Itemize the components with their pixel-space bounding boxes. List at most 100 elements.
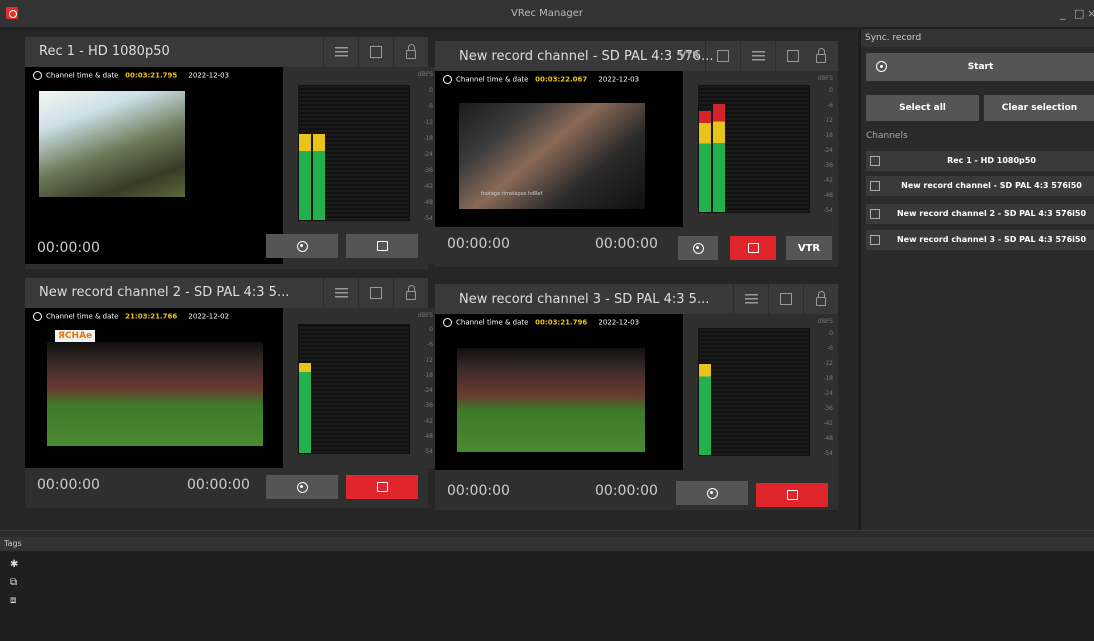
schedule-button[interactable] — [358, 37, 393, 67]
sync-channel-row[interactable]: New record channel 3 - SD PAL 4:3 576i50 — [866, 230, 1094, 250]
tile-header: New record channel - SD PAL 4:3 576... V… — [435, 41, 838, 71]
import-icon[interactable]: ⧈ — [10, 595, 20, 606]
clock-icon — [33, 312, 42, 321]
close-button[interactable]: × — [1087, 7, 1094, 20]
sync-channel-row[interactable]: New record channel - SD PAL 4:3 576i50 — [866, 176, 1094, 196]
minimize-button[interactable]: _ — [1060, 7, 1066, 20]
timecode-primary: 00:00:00 — [37, 240, 100, 256]
channel-title: New record channel 2 - SD PAL 4:3 5... — [39, 285, 290, 300]
db-scale-label: -6 — [827, 345, 833, 352]
sync-start-button[interactable]: Start — [866, 53, 1094, 81]
list-icon — [334, 47, 348, 57]
lock-button[interactable] — [393, 37, 428, 67]
db-scale-label: -6 — [427, 103, 433, 110]
channel-tile: Rec 1 - HD 1080p50 Channel time & date 0… — [25, 37, 438, 269]
clear-selection-button[interactable]: Clear selection — [984, 95, 1094, 121]
sync-channel-row[interactable]: Rec 1 - HD 1080p50 — [866, 151, 1094, 171]
schedule-record-button[interactable] — [346, 475, 418, 499]
meter-bar-left — [299, 363, 311, 453]
channel-checkbox[interactable] — [870, 181, 880, 191]
list-button[interactable] — [323, 37, 358, 67]
lock-button[interactable] — [803, 41, 838, 71]
record-icon — [706, 487, 718, 499]
channel-time: 00:03:22.067 — [535, 75, 588, 84]
channel-checkbox[interactable] — [870, 209, 880, 219]
schedule-button[interactable] — [768, 284, 803, 314]
sync-channel-row[interactable]: New record channel 2 - SD PAL 4:3 576i50 — [866, 204, 1094, 224]
list-button[interactable] — [323, 278, 358, 308]
info-label: Channel time & date — [456, 75, 529, 84]
channel-title: New record channel - SD PAL 4:3 576... — [459, 49, 714, 64]
meter-bar-left — [299, 134, 311, 220]
sync-panel-title: Sync. record — [861, 29, 1094, 47]
schedule-record-button[interactable] — [756, 483, 828, 507]
record-icon — [296, 481, 308, 493]
calendar-grid-icon — [787, 50, 799, 62]
db-scale-label: -48 — [823, 435, 833, 442]
meter-grid — [698, 328, 810, 456]
db-scale-label: -42 — [823, 177, 833, 184]
tags-title: Tags — [0, 537, 1094, 551]
sync-record-panel: Sync. record Start Select all Clear sele… — [860, 29, 1094, 530]
db-scale-label: -18 — [423, 135, 433, 142]
db-scale-label: -24 — [423, 151, 433, 158]
timecode-secondary: 00:00:00 — [187, 477, 250, 493]
lock-icon — [406, 284, 416, 300]
db-scale-label: -18 — [823, 132, 833, 139]
video-preview: Channel time & date 21:03:21.766 2022-12… — [25, 308, 283, 468]
channel-logo: ЯCHAe — [55, 330, 96, 342]
channel-tile: New record channel - SD PAL 4:3 576... V… — [435, 41, 838, 267]
db-scale-label: -12 — [823, 360, 833, 367]
channel-tile: New record channel 2 - SD PAL 4:3 5... C… — [25, 278, 438, 508]
tile-header: New record channel 2 - SD PAL 4:3 5... — [25, 278, 428, 308]
record-start-button[interactable] — [676, 481, 748, 505]
db-scale-label: 0 — [829, 87, 833, 94]
record-start-button[interactable] — [266, 234, 338, 258]
meter-grid — [298, 324, 410, 454]
channel-name: New record channel 2 - SD PAL 4:3 576i50 — [896, 209, 1087, 218]
calendar-grid-icon — [780, 293, 792, 305]
export-icon[interactable]: ⧉ — [10, 577, 20, 588]
meter-bar-right — [313, 134, 325, 220]
channel-name: New record channel - SD PAL 4:3 576i50 — [901, 181, 1082, 190]
lock-button[interactable] — [393, 278, 428, 308]
channel-date: 2022-12-03 — [598, 318, 640, 327]
db-scale-label: -12 — [423, 119, 433, 126]
schedule-record-button[interactable] — [730, 236, 776, 260]
db-scale-label: -36 — [823, 405, 833, 412]
channel-checkbox[interactable] — [870, 156, 880, 166]
video-thumbnail — [47, 342, 263, 446]
lock-button[interactable] — [803, 284, 838, 314]
schedule-record-button[interactable] — [346, 234, 418, 258]
video-preview: Channel time & date 00:03:21.795 2022-12… — [25, 67, 283, 264]
vtr-schedule-button[interactable] — [705, 41, 740, 71]
channel-info: Channel time & date 21:03:21.766 2022-12… — [33, 312, 229, 326]
timecode-primary: 00:00:00 — [37, 477, 100, 493]
schedule-button[interactable] — [358, 278, 393, 308]
record-start-button[interactable] — [678, 236, 718, 260]
video-thumbnail: footage.timelapse.hdRef — [459, 103, 645, 209]
list-button[interactable] — [740, 41, 775, 71]
maximize-button[interactable]: □ — [1074, 7, 1084, 20]
info-label: Channel time & date — [46, 71, 119, 80]
video-preview: Channel time & date 00:03:21.796 2022-12… — [435, 314, 693, 470]
timecode-secondary: 00:00:00 — [595, 483, 658, 499]
start-label: Start — [967, 62, 994, 72]
gear-icon[interactable]: ✱ — [10, 559, 20, 570]
channel-time: 21:03:21.766 — [125, 312, 178, 321]
channel-info: Channel time & date 00:03:22.067 2022-12… — [443, 75, 639, 89]
list-button[interactable] — [733, 284, 768, 314]
meter-bar-left — [699, 364, 711, 455]
meter-grid — [698, 85, 810, 213]
audio-meter: dBFS 0 -6 -12 -18 -24 -36 -42 -48 -54 — [683, 71, 838, 227]
channel-checkbox[interactable] — [870, 235, 880, 245]
panel-splitter[interactable] — [0, 530, 1094, 537]
vtr-label: VTR — [679, 51, 700, 61]
db-scale-label: -24 — [823, 390, 833, 397]
select-all-button[interactable]: Select all — [866, 95, 979, 121]
record-start-button[interactable] — [266, 475, 338, 499]
db-scale-label: 0 — [429, 87, 433, 94]
channel-grid: Rec 1 - HD 1080p50 Channel time & date 0… — [0, 29, 858, 530]
vtr-button[interactable]: VTR — [786, 236, 832, 260]
channel-title: Rec 1 - HD 1080p50 — [39, 44, 170, 59]
